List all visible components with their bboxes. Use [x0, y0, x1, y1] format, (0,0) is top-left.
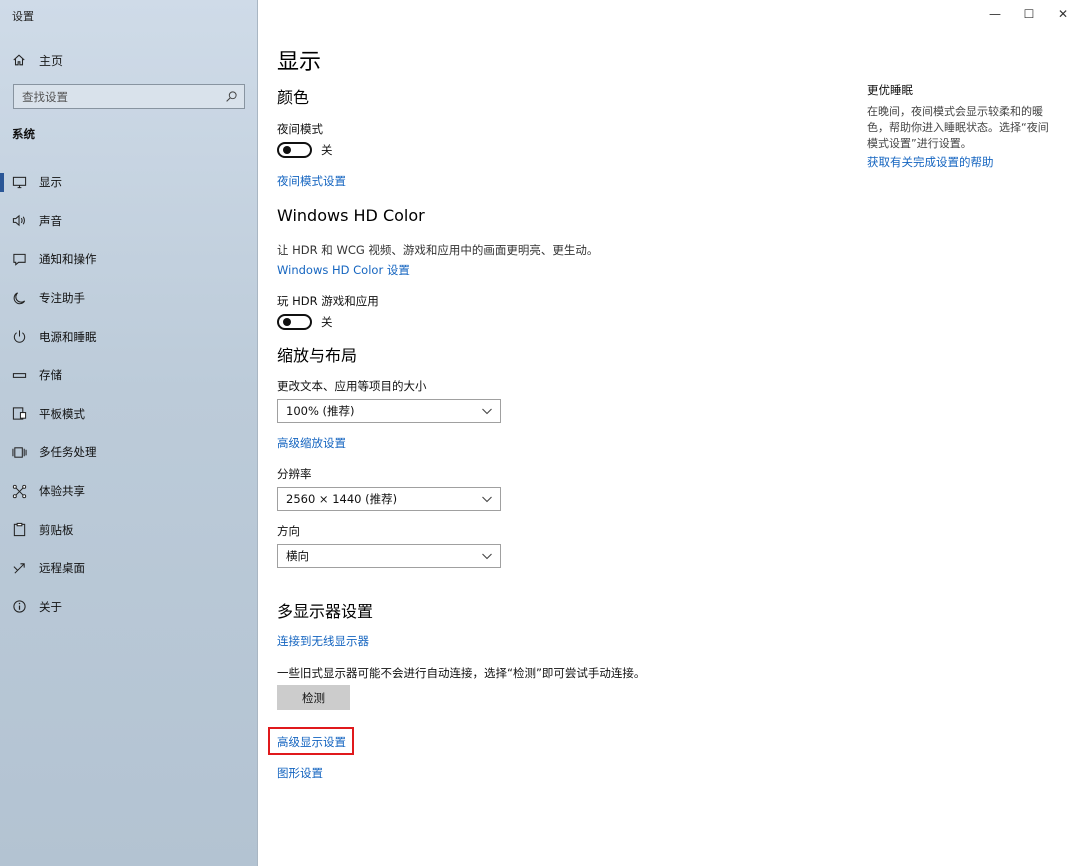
wireless-display-link[interactable]: 连接到无线显示器 — [277, 633, 369, 649]
window-controls: — ☐ ✕ — [978, 0, 1080, 28]
multi-display-heading: 多显示器设置 — [277, 602, 374, 621]
resolution-select-value: 2560 × 1440 (推荐) — [286, 492, 398, 506]
detect-description: 一些旧式显示器可能不会进行自动连接，选择“检测”即可尝试手动连接。 — [277, 666, 646, 680]
close-button[interactable]: ✕ — [1046, 0, 1080, 28]
search-input[interactable]: 查找设置 — [13, 84, 245, 109]
sidebar-item-about[interactable]: 关于 — [0, 588, 258, 627]
sidebar-item-label: 平板模式 — [39, 406, 85, 421]
clipboard-icon — [13, 523, 26, 537]
side-description: 在晚间，夜间模式会显示较柔和的暖色，帮助你进入睡眠状态。选择“夜间模式设置”进行… — [867, 105, 1049, 150]
color-heading: 颜色 — [277, 88, 310, 107]
app-title: 设置 — [12, 10, 34, 23]
toggle-knob — [283, 146, 291, 154]
size-select[interactable]: 100% (推荐) — [277, 399, 501, 423]
tablet-icon — [12, 407, 27, 420]
sidebar-item-storage[interactable]: 存储 — [0, 356, 258, 395]
maximize-icon: ☐ — [1023, 7, 1035, 21]
sidebar: 设置 主页 查找设置 系统 显示 声音 通知和操作 专注助手 电源和睡眠 存储 … — [0, 0, 258, 866]
sidebar-item-label: 存储 — [39, 368, 62, 383]
sidebar-item-remote-desktop[interactable]: 远程桌面 — [0, 549, 258, 588]
sidebar-item-notifications[interactable]: 通知和操作 — [0, 240, 258, 279]
sidebar-item-shared-experiences[interactable]: 体验共享 — [0, 472, 258, 511]
home-icon — [13, 54, 25, 66]
sidebar-item-label: 声音 — [39, 213, 62, 228]
share-icon — [12, 484, 27, 498]
detect-button[interactable]: 检测 — [277, 685, 350, 710]
moon-icon — [13, 291, 26, 304]
chevron-down-icon — [482, 496, 492, 503]
orientation-select-value: 横向 — [286, 549, 309, 563]
sidebar-home-label: 主页 — [39, 53, 64, 68]
close-icon: ✕ — [1057, 7, 1069, 21]
sidebar-item-sound[interactable]: 声音 — [0, 202, 258, 241]
info-icon — [13, 600, 26, 613]
night-mode-label: 夜间模式 — [277, 122, 323, 136]
speaker-icon — [12, 215, 25, 227]
orientation-select[interactable]: 横向 — [277, 544, 501, 568]
sidebar-item-label: 剪贴板 — [39, 522, 74, 537]
play-hdr-label: 玩 HDR 游戏和应用 — [277, 294, 379, 308]
sidebar-item-label: 远程桌面 — [39, 561, 85, 576]
sidebar-item-label: 显示 — [39, 175, 62, 190]
toggle-state: 关 — [321, 143, 333, 157]
size-label: 更改文本、应用等项目的大小 — [277, 379, 427, 393]
graphics-settings-link[interactable]: 图形设置 — [277, 765, 323, 781]
sidebar-item-label: 多任务处理 — [39, 445, 97, 460]
search-icon — [226, 91, 237, 102]
maximize-button[interactable]: ☐ — [1012, 0, 1046, 28]
chevron-down-icon — [482, 408, 492, 415]
sidebar-home[interactable]: 主页 — [12, 50, 63, 70]
sidebar-item-clipboard[interactable]: 剪贴板 — [0, 510, 258, 549]
play-hdr-toggle[interactable]: 关 — [277, 314, 333, 330]
minimize-icon: — — [989, 7, 1001, 21]
side-title: 更优睡眠 — [867, 83, 913, 97]
remote-icon — [13, 563, 25, 574]
sidebar-item-power[interactable]: 电源和睡眠 — [0, 317, 258, 356]
advanced-scale-link[interactable]: 高级缩放设置 — [277, 435, 346, 451]
sidebar-item-label: 电源和睡眠 — [39, 329, 97, 344]
notification-icon — [13, 253, 26, 266]
toggle-track — [277, 314, 312, 330]
toggle-knob — [283, 318, 291, 326]
section-label: 系统 — [12, 127, 35, 141]
resolution-select[interactable]: 2560 × 1440 (推荐) — [277, 487, 501, 511]
sidebar-item-display[interactable]: 显示 — [0, 163, 258, 202]
search-placeholder: 查找设置 — [22, 89, 68, 104]
sidebar-item-label: 专注助手 — [39, 291, 85, 306]
resolution-label: 分辨率 — [277, 467, 312, 481]
toggle-track — [277, 142, 312, 158]
scale-heading: 缩放与布局 — [277, 346, 358, 365]
power-icon — [13, 330, 26, 343]
sidebar-item-focus-assist[interactable]: 专注助手 — [0, 279, 258, 318]
sidebar-item-label: 关于 — [39, 599, 62, 614]
multitask-icon — [12, 447, 27, 458]
night-mode-settings-link[interactable]: 夜间模式设置 — [277, 173, 346, 189]
night-mode-toggle[interactable]: 关 — [277, 142, 333, 158]
side-help-link[interactable]: 获取有关完成设置的帮助 — [867, 154, 994, 170]
chevron-down-icon — [482, 553, 492, 560]
hdr-description: 让 HDR 和 WCG 视频、游戏和应用中的画面更明亮、更生动。 — [277, 243, 599, 257]
hdr-heading: Windows HD Color — [277, 206, 425, 225]
sidebar-item-tablet[interactable]: 平板模式 — [0, 395, 258, 434]
sidebar-item-label: 体验共享 — [39, 484, 85, 499]
page-title: 显示 — [277, 50, 322, 75]
sidebar-item-multitasking[interactable]: 多任务处理 — [0, 433, 258, 472]
minimize-button[interactable]: — — [978, 0, 1012, 28]
size-select-value: 100% (推荐) — [286, 404, 355, 418]
sidebar-item-label: 通知和操作 — [39, 252, 97, 267]
monitor-icon — [12, 176, 27, 188]
sidebar-nav: 显示 声音 通知和操作 专注助手 电源和睡眠 存储 平板模式 多任务处理 体验共… — [0, 163, 258, 626]
toggle-state: 关 — [321, 315, 333, 329]
storage-icon — [12, 372, 27, 378]
orientation-label: 方向 — [277, 524, 300, 538]
hdr-settings-link[interactable]: Windows HD Color 设置 — [277, 262, 410, 278]
advanced-display-link[interactable]: 高级显示设置 — [277, 734, 346, 750]
